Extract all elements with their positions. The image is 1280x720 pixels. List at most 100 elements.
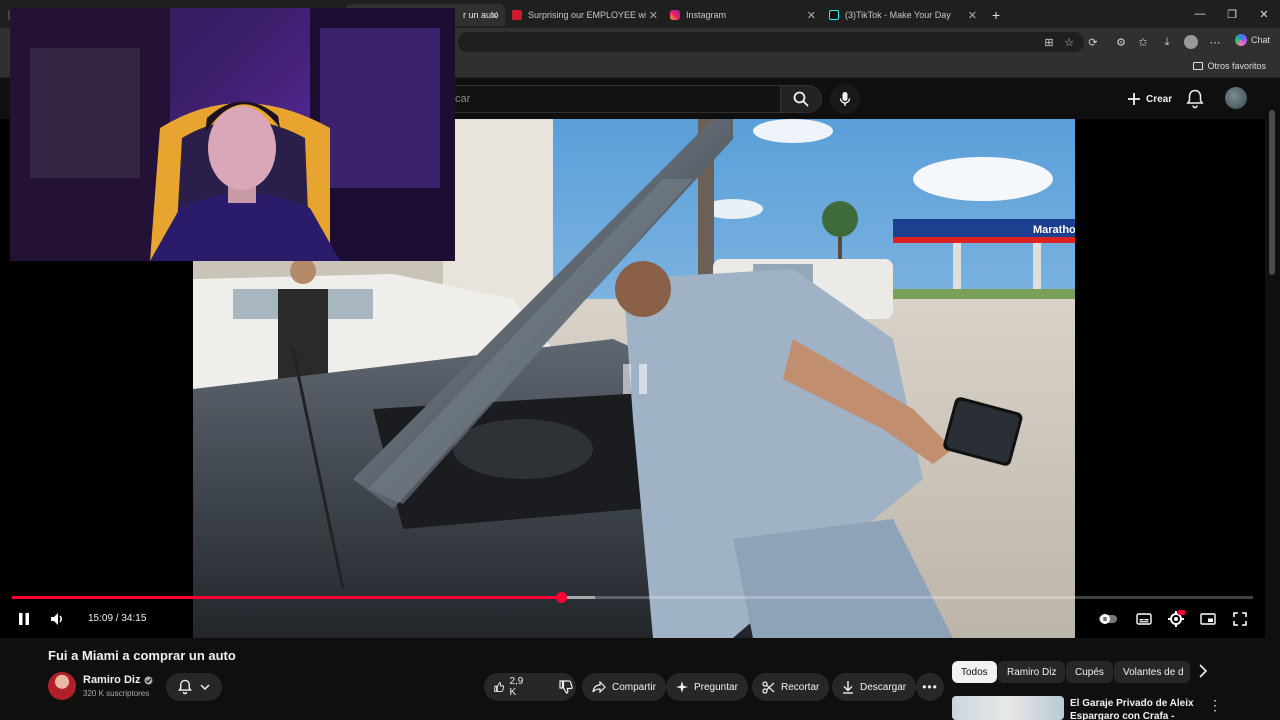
webcam-scene <box>10 8 455 261</box>
more-horizontal-icon: ••• <box>922 680 938 694</box>
miniplayer-icon <box>1200 613 1216 625</box>
restore-icon[interactable]: ❐ <box>1216 0 1248 28</box>
fullscreen-icon <box>1233 612 1247 626</box>
clip-label: Recortar <box>781 681 820 693</box>
chip-label: Ramiro Diz <box>1007 666 1057 678</box>
search-placeholder: car <box>455 93 471 105</box>
settings-button[interactable] <box>1166 610 1186 628</box>
folder-icon <box>1193 62 1204 70</box>
subtitles-button[interactable] <box>1134 610 1154 628</box>
bell-icon <box>178 679 192 695</box>
tab-youtube-employee[interactable]: Surprising our EMPLOYEE with his ✕ <box>506 4 664 26</box>
dislike-button[interactable] <box>549 673 583 701</box>
favorites-icon[interactable]: ✩ <box>1134 33 1152 51</box>
copilot-icon <box>1234 34 1247 46</box>
download-button[interactable]: Descargar <box>832 673 917 701</box>
volume-icon <box>51 613 62 625</box>
download-icon[interactable]: ⤓ <box>1158 33 1176 51</box>
search-button[interactable] <box>780 85 822 113</box>
instagram-favicon-icon <box>670 10 680 20</box>
tab-instagram[interactable]: Instagram ✕ <box>664 4 822 26</box>
scrollbar-thumb[interactable] <box>1269 110 1275 275</box>
more-options-icon[interactable]: ⋯ <box>1206 33 1224 51</box>
channel-avatar[interactable] <box>48 672 76 700</box>
address-bar[interactable] <box>458 32 1084 52</box>
volume-button[interactable] <box>48 610 68 628</box>
ask-label: Preguntar <box>694 681 738 693</box>
progress-played <box>12 596 561 599</box>
chips-next-button[interactable] <box>1198 664 1208 678</box>
apps-icon[interactable]: ⊞ <box>1040 33 1058 51</box>
verified-icon <box>144 676 153 684</box>
fullscreen-button[interactable] <box>1230 610 1250 628</box>
close-icon[interactable]: ✕ <box>649 9 658 22</box>
station-sign: Marathon <box>1033 224 1075 236</box>
autoplay-icon <box>1099 614 1117 624</box>
tiktok-favicon-icon <box>829 10 839 20</box>
youtube-favicon-icon <box>512 10 522 20</box>
subscriber-count: 320 K suscriptores <box>83 689 150 698</box>
channel-name-text: Ramiro Diz <box>83 674 141 686</box>
share-button[interactable]: Compartir <box>582 673 666 701</box>
new-tab-button[interactable]: + <box>986 4 1006 26</box>
more-actions-button[interactable]: ••• <box>916 673 944 701</box>
chip-label: Cupés <box>1075 666 1104 678</box>
pause-button[interactable] <box>14 610 34 628</box>
close-icon[interactable]: ✕ <box>968 9 977 22</box>
subscription-notifications-button[interactable] <box>166 673 222 701</box>
clip-button[interactable]: Recortar <box>752 673 830 701</box>
streamer-webcam-overlay <box>10 8 455 261</box>
share-label: Compartir <box>612 681 656 693</box>
download-label: Descargar <box>860 681 907 693</box>
user-avatar[interactable] <box>1225 87 1247 109</box>
minimize-icon[interactable]: — <box>1184 0 1216 28</box>
voice-search-button[interactable] <box>830 84 860 114</box>
download-icon <box>843 680 853 694</box>
channel-name[interactable]: Ramiro Diz <box>83 674 153 686</box>
close-window-icon[interactable]: ✕ <box>1248 0 1280 28</box>
like-count: 2,9 K <box>509 676 524 698</box>
chevron-down-icon <box>200 684 210 690</box>
close-icon[interactable]: ✕ <box>807 9 816 22</box>
chevron-right-icon <box>1199 664 1208 678</box>
notifications-button[interactable] <box>1186 89 1204 109</box>
chip-label: Todos <box>961 666 988 678</box>
create-button[interactable]: Crear <box>1120 87 1180 111</box>
like-button[interactable]: 2,9 K <box>484 673 537 701</box>
autoplay-toggle[interactable] <box>1098 610 1118 628</box>
miniplayer-button[interactable] <box>1198 610 1218 628</box>
scissors-icon <box>762 680 775 694</box>
chip-all[interactable]: Todos <box>952 661 997 683</box>
subtitles-icon <box>1136 613 1152 625</box>
chat-label: Chat <box>1250 35 1270 45</box>
recommendation-thumbnail[interactable] <box>952 696 1064 720</box>
close-icon[interactable]: ✕ <box>490 9 499 22</box>
tab-label: Instagram <box>686 10 727 20</box>
thumbs-up-icon <box>494 682 505 692</box>
tab-tiktok[interactable]: (3)TikTok - Make Your Day ✕ <box>823 4 983 26</box>
chip-steering-wheels[interactable]: Volantes de d <box>1114 661 1190 683</box>
plus-icon <box>1128 93 1140 105</box>
gear-icon <box>1168 610 1185 627</box>
profile-icon[interactable] <box>1182 33 1200 51</box>
extensions-icon[interactable]: ⚙ <box>1112 33 1130 51</box>
microphone-icon <box>839 92 851 106</box>
search-input[interactable]: car <box>440 85 780 113</box>
chip-channel[interactable]: Ramiro Diz <box>998 661 1066 683</box>
refresh-icon[interactable]: ⟳ <box>1084 33 1102 51</box>
progress-scrubber[interactable] <box>556 592 567 603</box>
favorite-star-icon[interactable]: ☆ <box>1060 33 1078 51</box>
video-title: Fui a Miami a comprar un auto <box>48 648 236 663</box>
time-display: 15:09 / 34:15 <box>88 613 147 624</box>
copilot-chat-button[interactable]: Chat <box>1234 34 1270 46</box>
other-favorites-label: Otros favoritos <box>1207 61 1266 71</box>
recommendation-title[interactable]: El Garaje Privado de Aleix Espargaro con… <box>1070 697 1200 720</box>
window-controls: — ❐ ✕ <box>1184 0 1280 28</box>
sparkle-icon <box>676 681 688 693</box>
search-icon <box>793 91 809 107</box>
recommendation-menu-icon[interactable]: ⋮ <box>1208 697 1222 714</box>
ask-button[interactable]: Preguntar <box>666 673 748 701</box>
chip-coupes[interactable]: Cupés <box>1066 661 1113 683</box>
other-favorites-folder[interactable]: Otros favoritos <box>1193 61 1266 71</box>
share-icon <box>592 681 606 693</box>
